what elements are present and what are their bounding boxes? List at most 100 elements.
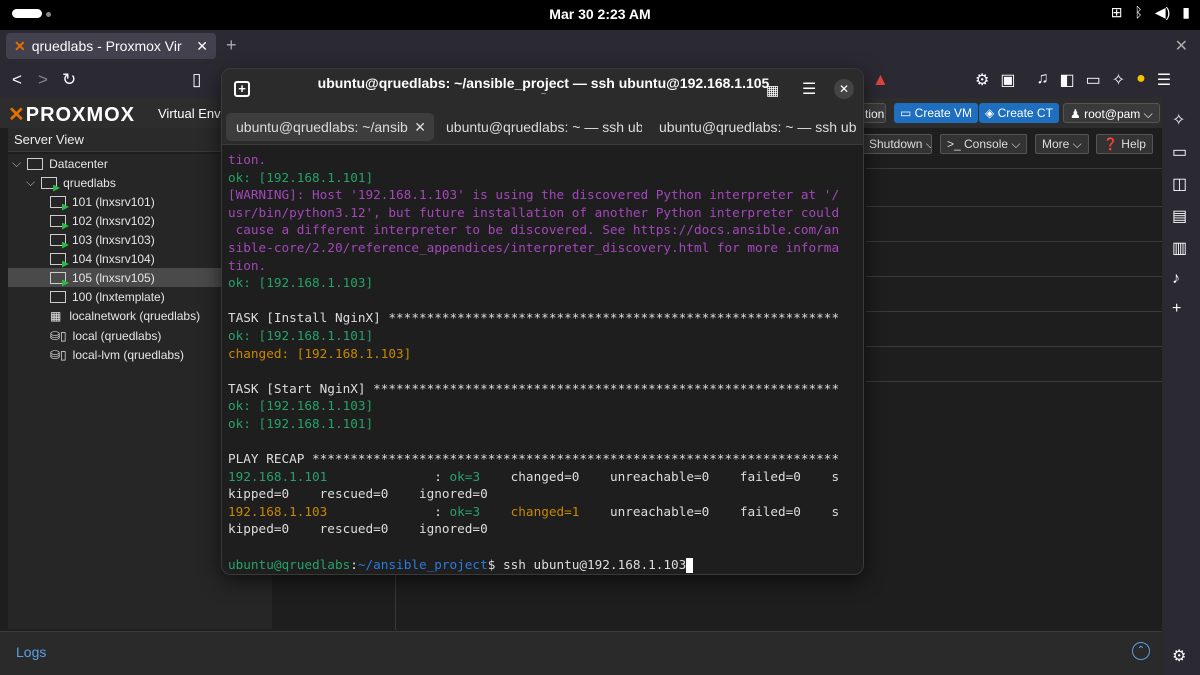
clock[interactable]: Mar 30 2:23 AM	[0, 6, 1200, 22]
addon-icon[interactable]: ✧	[1112, 70, 1125, 90]
divider	[866, 346, 1162, 347]
settings-icon[interactable]: ⚙	[1172, 646, 1186, 666]
user-menu-button[interactable]: ♟ root@pam ⌵	[1063, 103, 1160, 123]
terminal-line: usr/bin/python3.12', but future installa…	[228, 204, 840, 220]
terminal-tab[interactable]: ubuntu@qruedlabs: ~/ansib ✕	[226, 113, 434, 141]
console-button[interactable]: >_ Console ⌵	[940, 134, 1028, 154]
node-icon	[41, 176, 58, 189]
terminal-line: ok: [192.168.1.101]	[228, 169, 374, 185]
terminal-line: 192.168.1.101 : ok=3 changed=0 unreachab…	[228, 468, 840, 484]
tab-overview-icon[interactable]: ▦	[766, 82, 779, 99]
terminal-output[interactable]: tion. ok: [192.168.1.101] [WARNING]: Host …	[228, 151, 860, 574]
proxmox-subtitle: Virtual Envi	[158, 106, 224, 121]
vm-icon	[50, 252, 66, 265]
more-button[interactable]: More ⌵	[1035, 134, 1089, 154]
system-tray[interactable]: ⊞ ᛒ ◀) ▮	[1111, 4, 1190, 21]
menu-icon[interactable]: ☰	[802, 79, 816, 99]
vm-icon	[50, 214, 66, 227]
logs-label[interactable]: Logs	[16, 644, 46, 660]
storage-icon: ⛁▯	[50, 347, 67, 362]
terminal-window[interactable]: + ubuntu@qruedlabs: ~/ansible_project — …	[221, 68, 864, 575]
create-ct-button[interactable]: ◈ Create CT	[979, 103, 1059, 123]
help-icon: ❓	[1103, 137, 1122, 151]
reader-icon[interactable]: ▣	[1000, 70, 1015, 90]
add-panel-icon[interactable]: +	[1172, 300, 1181, 318]
terminal-line: kipped=0 rescued=0 ignored=0	[228, 521, 488, 537]
pocket-icon[interactable]: ▭	[1086, 70, 1101, 90]
bluetooth-icon: ᛒ	[1134, 4, 1143, 20]
browser-tab-title: qruedlabs - Proxmox Vir	[31, 38, 182, 54]
terminal-line: tion.	[228, 257, 267, 273]
bookmark-icon[interactable]: ▯	[192, 70, 201, 90]
documentation-button[interactable]: tion	[862, 103, 886, 123]
terminal-line: ok: [192.168.1.101]	[228, 415, 374, 431]
datacenter-icon	[27, 157, 44, 170]
terminal-line: changed: [192.168.1.103]	[228, 345, 412, 361]
shutdown-button[interactable]: Shutdown ⌵	[862, 134, 932, 154]
close-tab-icon[interactable]: ✕	[196, 38, 208, 55]
system-top-bar: Mar 30 2:23 AM ⊞ ᛒ ◀) ▮	[0, 0, 1200, 30]
expand-up-icon[interactable]: ⌃	[1132, 642, 1150, 660]
battery-icon: ▮	[1182, 4, 1190, 20]
music-note-icon[interactable]: ♪	[1172, 270, 1180, 288]
window-close-button[interactable]: ✕	[1175, 36, 1188, 56]
music-icon[interactable]: ♫	[1036, 70, 1048, 90]
terminal-line: kipped=0 rescued=0 ignored=0	[228, 486, 488, 502]
save-icon[interactable]: ▤	[1172, 206, 1187, 226]
terminal-line: tion.	[228, 152, 267, 167]
terminal-line: ok: [192.168.1.103]	[228, 398, 374, 414]
divider	[866, 381, 1162, 382]
vm-icon	[50, 271, 66, 284]
new-tab-button[interactable]: +	[226, 35, 237, 56]
synced-tabs-icon[interactable]: ▭	[1172, 142, 1187, 162]
back-icon[interactable]: <	[12, 70, 22, 90]
vm-icon	[50, 233, 66, 246]
terminal-tab[interactable]: ubuntu@qruedlabs: ~ — ssh ub	[649, 113, 863, 141]
pocket-icon[interactable]: ◫	[1172, 174, 1187, 194]
reload-icon[interactable]: ↻	[62, 70, 76, 90]
extensions-icon[interactable]: ⚙	[975, 70, 989, 90]
menu-icon[interactable]: ☰	[1157, 70, 1171, 90]
divider	[866, 311, 1162, 312]
warning-icon[interactable]: ▲	[872, 70, 889, 90]
terminal-line: PLAY RECAP *****************************…	[228, 451, 840, 467]
proxmox-favicon-icon: ✕	[14, 37, 26, 54]
divider	[866, 206, 1162, 207]
close-icon[interactable]: ✕	[834, 79, 854, 99]
terminal-tab[interactable]: ubuntu@qruedlabs: ~ — ssh ub	[436, 113, 642, 141]
browser-tab-bar: ✕ qruedlabs - Proxmox Vir ✕ + ✕	[0, 30, 1200, 62]
divider	[866, 241, 1162, 242]
terminal-tab-bar: ubuntu@qruedlabs: ~/ansib ✕ ubuntu@qruedl…	[222, 109, 863, 145]
network-grid-icon: ▦	[50, 308, 62, 323]
proxmox-logo: ✕PROXMOX	[8, 104, 136, 126]
logs-panel[interactable]: Logs ⌃	[0, 631, 1162, 675]
help-button[interactable]: ❓ Help	[1096, 134, 1153, 154]
vm-icon	[50, 195, 66, 208]
terminal-line: [WARNING]: Host '192.168.1.103' is using…	[228, 187, 840, 203]
profile-icon[interactable]: ●	[1136, 70, 1146, 90]
chevron-down-icon: ⌵	[26, 175, 36, 189]
terminal-line: cause a different interpreter to be disc…	[228, 222, 840, 238]
sidebar-icon[interactable]: ◧	[1059, 70, 1074, 90]
terminal-header: + ubuntu@qruedlabs: ~/ansible_project — …	[222, 69, 863, 109]
user-icon: ♟	[1070, 107, 1085, 121]
bookmarks-icon[interactable]: ▥	[1172, 238, 1187, 258]
close-tab-icon[interactable]: ✕	[414, 119, 426, 136]
terminal-line: ok: [192.168.1.103]	[228, 275, 374, 291]
forward-icon[interactable]: >	[38, 70, 48, 90]
firefox-sidebar: ✧ ▭ ◫ ▤ ▥ ♪ + ⚙	[1162, 98, 1200, 675]
template-icon	[50, 290, 66, 303]
ai-chat-icon[interactable]: ✧	[1172, 110, 1185, 130]
monitor-icon: ▭	[900, 106, 915, 120]
browser-tab-proxmox[interactable]: ✕ qruedlabs - Proxmox Vir ✕	[6, 33, 216, 59]
terminal-line: TASK [Start NginX] *********************…	[228, 380, 840, 396]
chevron-down-icon: ⌵	[12, 156, 22, 170]
terminal-line: ok: [192.168.1.101]	[228, 327, 374, 343]
terminal-line: ubuntu@qruedlabs:~/ansible_project$ ssh …	[228, 556, 860, 574]
divider	[866, 168, 1162, 169]
create-vm-button[interactable]: ▭ Create VM	[894, 103, 979, 123]
